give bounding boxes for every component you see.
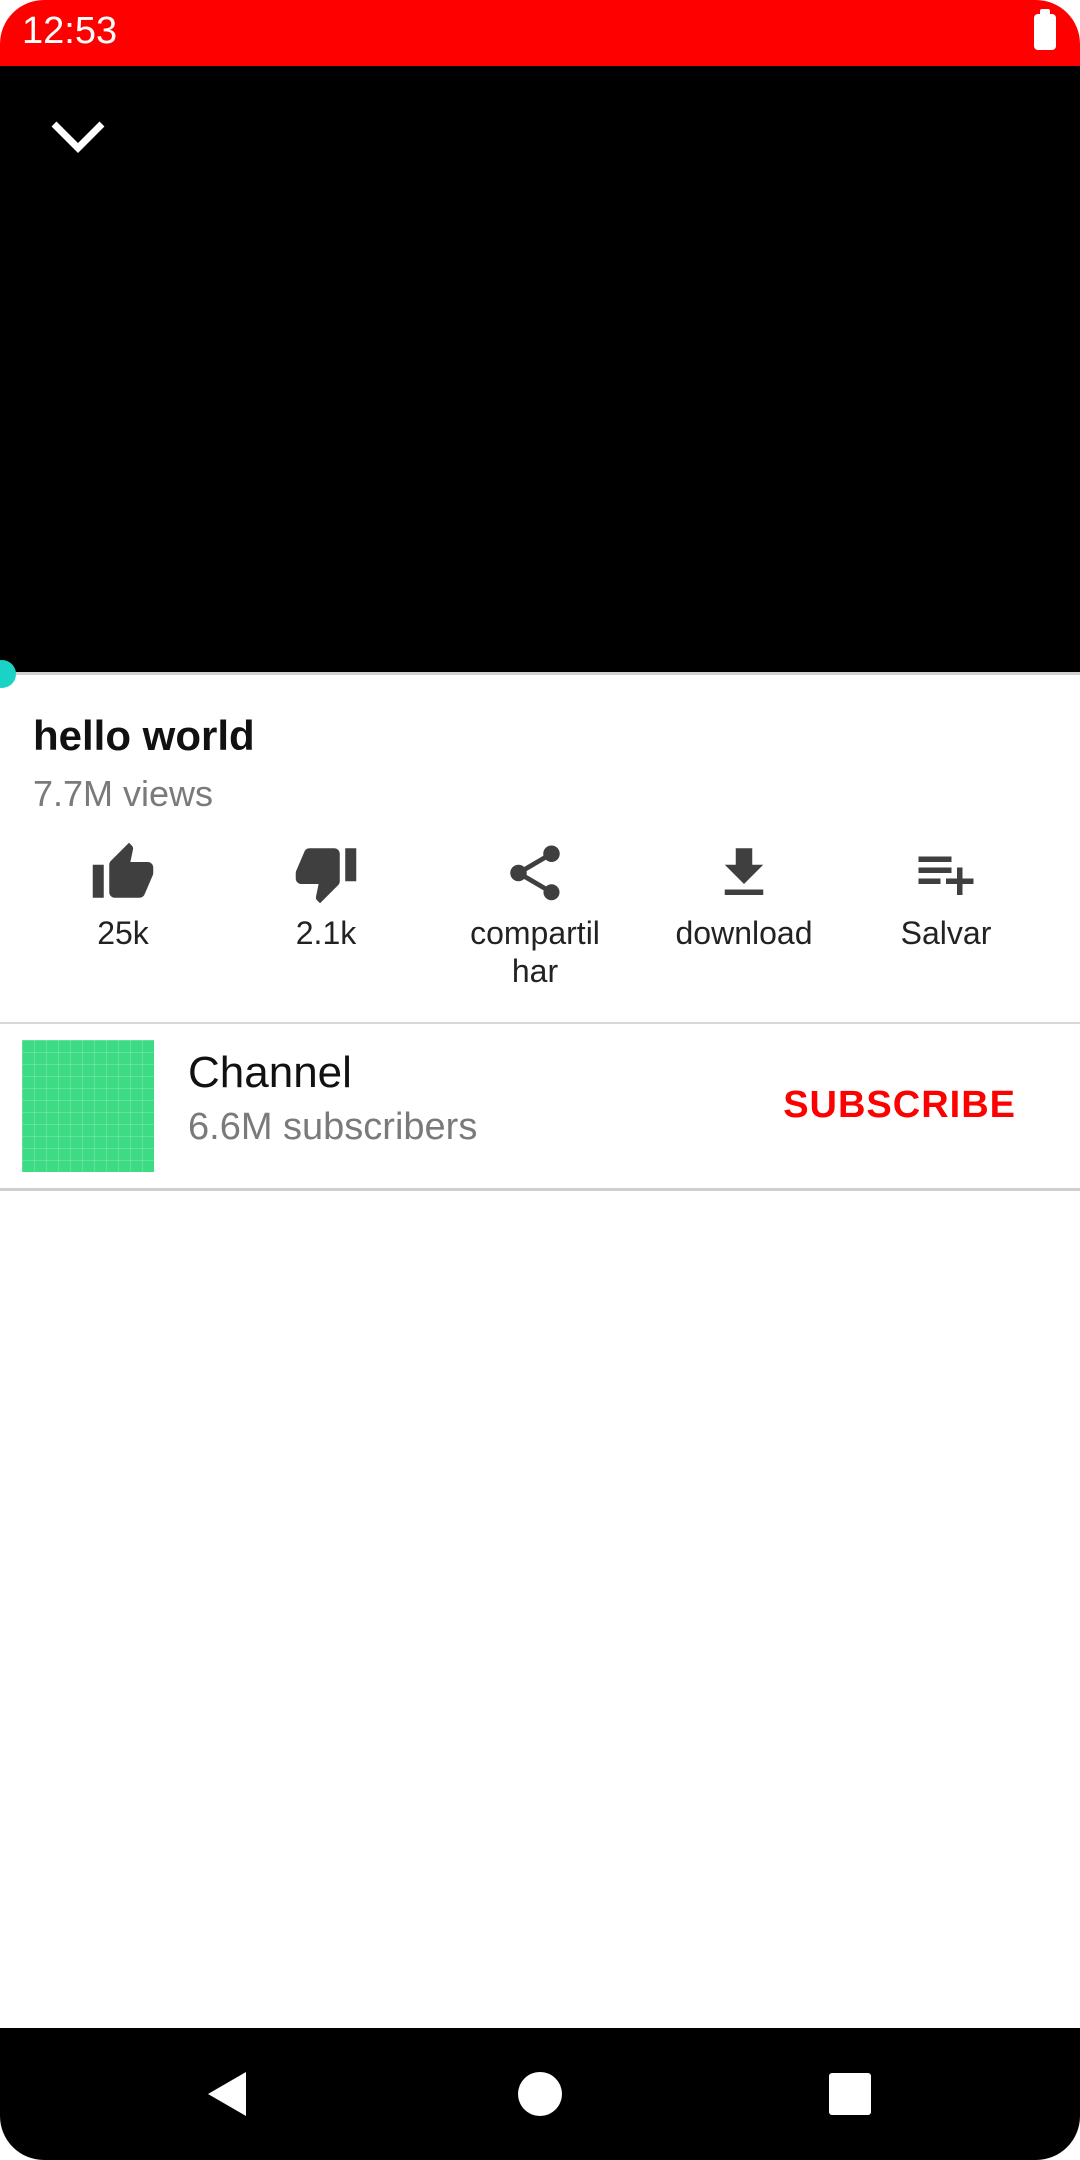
playlist-add-icon: [918, 856, 974, 895]
like-button[interactable]: 25k: [33, 840, 213, 952]
share-button[interactable]: compartil har: [445, 840, 625, 990]
subscriber-count: 6.6M subscribers: [188, 1106, 478, 1148]
like-count: 25k: [97, 915, 149, 951]
subscribe-button[interactable]: SUBSCRIBE: [783, 1084, 1016, 1127]
dislike-button[interactable]: 2.1k: [236, 840, 416, 952]
share-label: compartil har: [470, 915, 600, 989]
channel-row[interactable]: Channel 6.6M subscribers SUBSCRIBE: [0, 1024, 1080, 1188]
download-icon: [724, 848, 764, 895]
video-player[interactable]: [0, 66, 1080, 674]
recents-square-icon[interactable]: [820, 2064, 880, 2124]
share-icon: [510, 845, 560, 901]
chevron-down-icon[interactable]: [44, 108, 112, 166]
action-row: 25k 2.1k compartil har download Salvar: [0, 840, 1080, 1010]
battery-icon: [1034, 9, 1056, 50]
home-circle-icon[interactable]: [510, 2064, 570, 2124]
save-button[interactable]: Salvar: [856, 840, 1036, 952]
channel-name[interactable]: Channel: [188, 1048, 352, 1098]
status-time: 12:53: [22, 10, 118, 52]
download-label: download: [675, 915, 813, 951]
avatar[interactable]: [22, 1040, 154, 1172]
progress-track[interactable]: [0, 672, 1080, 675]
thumbs-up-icon: [92, 842, 154, 898]
view-count: 7.7M views: [33, 773, 214, 814]
divider: [0, 1188, 1080, 1191]
thumbs-down-icon: [295, 848, 357, 904]
app-screen: 12:53 hello world 7.7M views 25k 2.1k co…: [0, 0, 1080, 2160]
download-button[interactable]: download: [654, 840, 834, 952]
status-bar: 12:53: [0, 0, 1080, 66]
video-title: hello world: [33, 712, 255, 759]
save-label: Salvar: [900, 915, 992, 951]
navigation-bar: [0, 2028, 1080, 2160]
dislike-count: 2.1k: [295, 915, 357, 951]
back-triangle-icon[interactable]: [200, 2064, 260, 2124]
